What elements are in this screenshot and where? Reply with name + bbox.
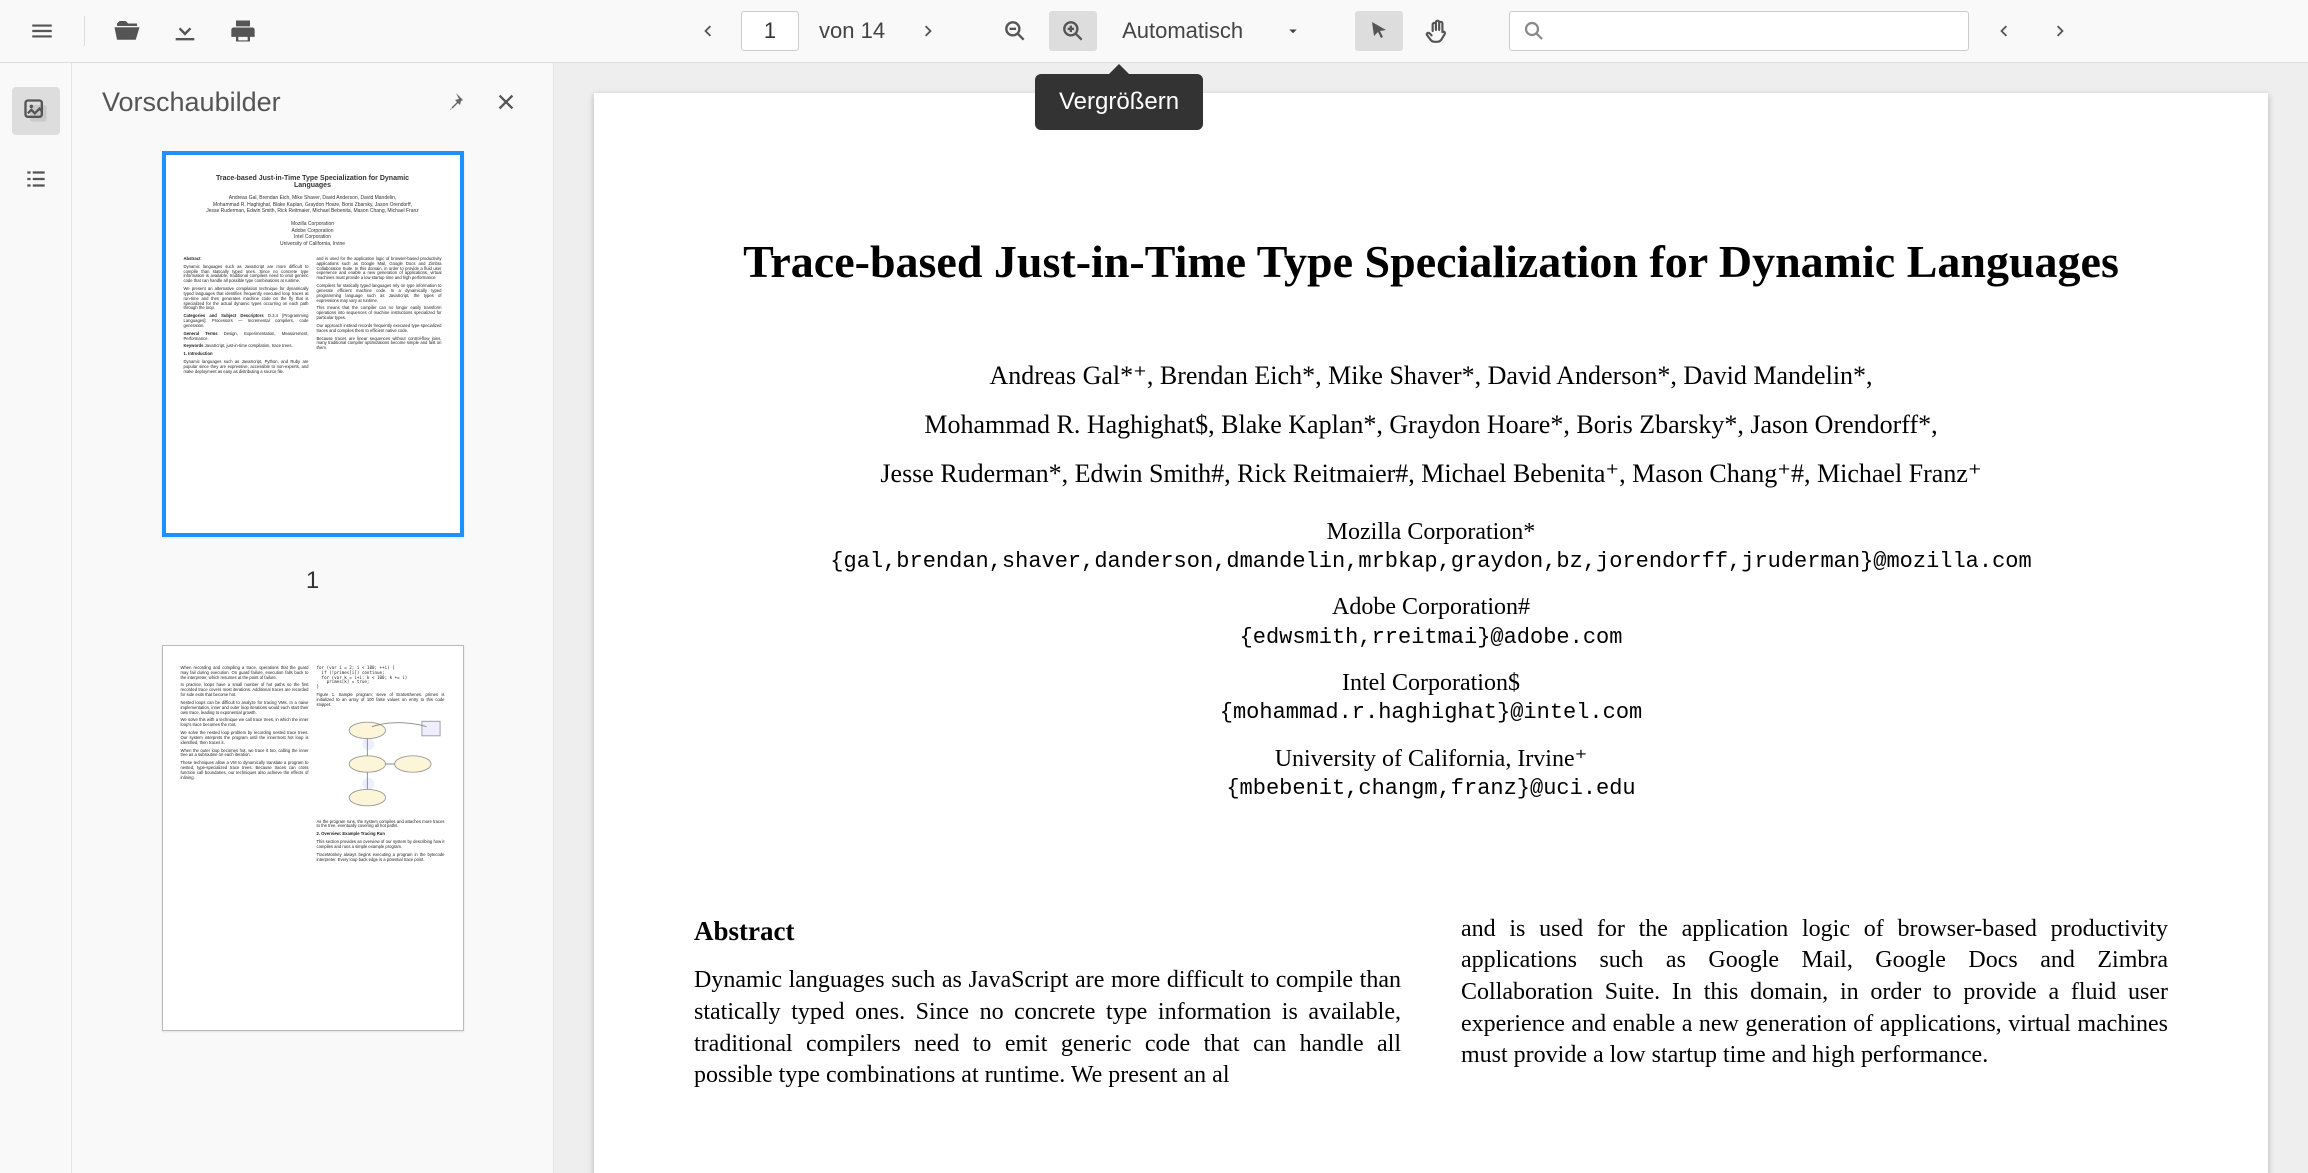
chevron-right-icon xyxy=(2050,20,2072,42)
separator xyxy=(84,16,85,46)
zoom-select-label: Automatisch xyxy=(1122,18,1243,44)
abstract-column-left: Abstract Dynamic languages such as JavaS… xyxy=(694,914,1401,1092)
zoom-out-button[interactable] xyxy=(991,11,1039,51)
thumbnail-2[interactable]: When recording and compiling a trace, op… xyxy=(72,645,553,1031)
pin-icon xyxy=(442,90,466,114)
chevron-left-icon xyxy=(696,20,718,42)
outline-icon xyxy=(23,166,49,192)
zoom-in-icon xyxy=(1060,18,1086,44)
prev-page-button[interactable] xyxy=(683,11,731,51)
print-button[interactable] xyxy=(219,11,267,51)
thumbnail-1[interactable]: Trace-based Just-in-Time Type Specializa… xyxy=(72,151,553,595)
thumbnails-header: Vorschaubilder xyxy=(72,63,553,141)
pointer-tool-button[interactable] xyxy=(1355,11,1403,51)
thumbnail-1-label: 1 xyxy=(306,567,319,595)
pin-panel-button[interactable] xyxy=(437,85,471,119)
hand-tool-button[interactable] xyxy=(1413,11,1461,51)
zoom-out-icon xyxy=(1002,18,1028,44)
affiliation-uci: University of California, Irvine⁺ {mbebe… xyxy=(694,744,2168,804)
open-file-button[interactable] xyxy=(103,11,151,51)
chevron-left-icon xyxy=(1992,20,2014,42)
thumbnails-icon xyxy=(22,97,50,125)
tooltip-zoom-in: Vergrößern xyxy=(1035,74,1203,130)
thumbnails-title: Vorschaubilder xyxy=(102,87,419,118)
chevron-right-icon xyxy=(918,20,940,42)
next-page-button[interactable] xyxy=(905,11,953,51)
page-view[interactable]: Trace-based Just-in-Time Type Specializa… xyxy=(554,63,2308,1173)
affiliation-adobe: Adobe Corporation# {edwsmith,rreitmai}@a… xyxy=(694,592,2168,652)
chevron-down-icon xyxy=(1284,22,1302,40)
outline-tab-button[interactable] xyxy=(12,155,60,203)
paper-authors: Andreas Gal*⁺, Brendan Eich*, Mike Shave… xyxy=(694,351,2168,499)
page-total-label: von 14 xyxy=(809,18,895,44)
find-next-button[interactable] xyxy=(2037,11,2085,51)
zoom-in-button[interactable] xyxy=(1049,11,1097,51)
search-input[interactable] xyxy=(1509,11,1969,51)
cursor-icon xyxy=(1367,19,1391,43)
page-number-input[interactable] xyxy=(741,11,799,51)
thumbnails-list[interactable]: Trace-based Just-in-Time Type Specializa… xyxy=(72,141,553,1173)
close-panel-button[interactable] xyxy=(489,85,523,119)
menu-button[interactable] xyxy=(18,11,66,51)
mini-sidebar xyxy=(0,63,72,1173)
affiliation-mozilla: Mozilla Corporation* {gal,brendan,shaver… xyxy=(694,517,2168,577)
hamburger-icon xyxy=(29,18,55,44)
toolbar: von 14 Automatisch xyxy=(0,0,2308,63)
folder-open-icon xyxy=(112,16,142,46)
trace-tree-diagram-icon xyxy=(317,714,445,814)
search-icon xyxy=(1522,19,1546,43)
close-icon xyxy=(495,91,517,113)
find-prev-button[interactable] xyxy=(1979,11,2027,51)
affiliation-intel: Intel Corporation$ {mohammad.r.haghighat… xyxy=(694,668,2168,728)
abstract-body: Dynamic languages such as JavaScript are… xyxy=(694,965,1401,1092)
abstract-heading: Abstract xyxy=(694,914,1401,950)
download-icon xyxy=(171,17,199,45)
hand-icon xyxy=(1424,18,1450,44)
paper-title: Trace-based Just-in-Time Type Specializa… xyxy=(694,233,2168,291)
intro-body: and is used for the application logic of… xyxy=(1461,914,2168,1072)
download-button[interactable] xyxy=(161,11,209,51)
abstract-column-right: and is used for the application logic of… xyxy=(1461,914,2168,1092)
thumbnails-tab-button[interactable] xyxy=(12,87,60,135)
thumbnails-panel: Vorschaubilder Trace-based Just-in-Time … xyxy=(72,63,554,1173)
print-icon xyxy=(229,17,257,45)
page-1: Trace-based Just-in-Time Type Specializa… xyxy=(594,93,2268,1173)
zoom-select[interactable]: Automatisch xyxy=(1107,11,1317,51)
